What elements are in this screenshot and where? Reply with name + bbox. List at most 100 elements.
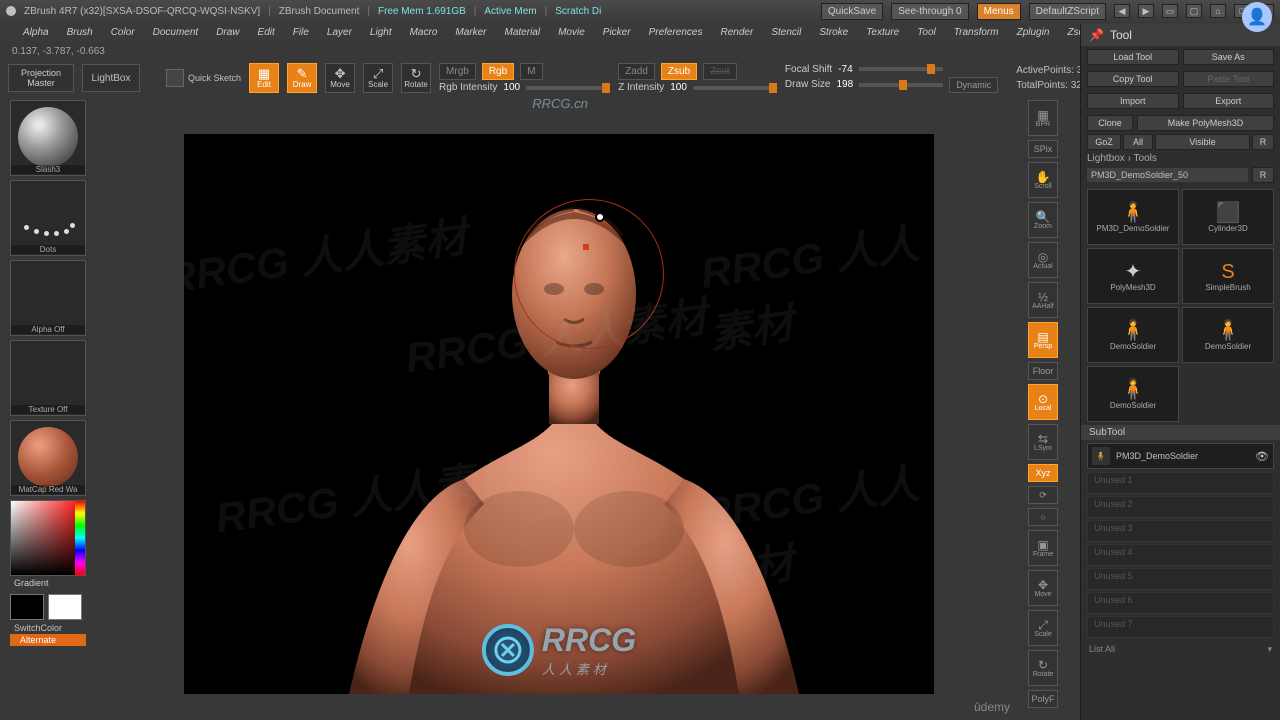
projection-master-button[interactable]: Projection Master <box>8 64 74 92</box>
menu-preferences[interactable]: Preferences <box>640 27 712 38</box>
rgb-button[interactable]: Rgb <box>482 63 514 80</box>
pf-icon[interactable]: ⟳ <box>1028 486 1058 504</box>
goz-all-button[interactable]: All <box>1123 134 1153 150</box>
aahalf-button[interactable]: ½AAHalf <box>1028 282 1058 318</box>
gradient-label[interactable]: Gradient <box>4 576 92 592</box>
alpha-selector[interactable]: Alpha Off <box>10 260 86 336</box>
menu-render[interactable]: Render <box>712 27 763 38</box>
quick-sketch-icon[interactable] <box>166 69 184 87</box>
stroke-selector[interactable]: Dots <box>10 180 86 256</box>
import-button[interactable]: Import <box>1087 93 1179 109</box>
rgb-intensity-slider[interactable] <box>526 86 610 90</box>
tool-thumb[interactable]: 🧍DemoSoldier <box>1087 366 1179 422</box>
menu-material[interactable]: Material <box>496 27 550 38</box>
mrgb-button[interactable]: Mrgb <box>439 63 476 80</box>
focal-shift-slider[interactable] <box>859 67 943 71</box>
rotate-view-button[interactable]: ↻Rotate <box>1028 650 1058 686</box>
home-icon[interactable]: ⌂ <box>1210 4 1226 18</box>
actual-button[interactable]: ◎Actual <box>1028 242 1058 278</box>
subtool-header[interactable]: SubTool <box>1081 425 1280 440</box>
lightbox-button[interactable]: LightBox <box>82 64 140 92</box>
secondary-color[interactable] <box>10 594 44 620</box>
tool-thumb[interactable]: ⬛Cylinder3D <box>1182 189 1274 245</box>
next-icon[interactable]: ▶ <box>1138 4 1154 18</box>
z-intensity-slider[interactable] <box>693 86 777 90</box>
menu-zplugin[interactable]: Zplugin <box>1008 27 1059 38</box>
move-view-button[interactable]: ✥Move <box>1028 570 1058 606</box>
minimize-icon[interactable]: ▢ <box>1186 4 1202 18</box>
scroll-button[interactable]: ✋Scroll <box>1028 162 1058 198</box>
menu-picker[interactable]: Picker <box>594 27 640 38</box>
seethrough-button[interactable]: See-through 0 <box>891 3 968 20</box>
tool-thumb[interactable]: SSimpleBrush <box>1182 248 1274 304</box>
menu-texture[interactable]: Texture <box>857 27 908 38</box>
m-button[interactable]: M <box>520 63 542 80</box>
goz-button[interactable]: GoZ <box>1087 134 1121 150</box>
menu-tool[interactable]: Tool <box>908 27 945 38</box>
lsym-button[interactable]: ⇆LSym <box>1028 424 1058 460</box>
viewport[interactable]: RRCG 人人素材 RRCG 人人素材 RRCG 人人素材 RRCG 人人素材 … <box>184 134 934 694</box>
zoom-button[interactable]: 🔍Zoom <box>1028 202 1058 238</box>
menu-edit[interactable]: Edit <box>249 27 284 38</box>
scale-mode-button[interactable]: ⤢Scale <box>363 63 393 93</box>
hue-strip[interactable] <box>75 501 85 575</box>
chevron-down-icon[interactable]: ▾ <box>1267 644 1272 655</box>
move-mode-button[interactable]: ✥Move <box>325 63 355 93</box>
frame-button[interactable]: ▣Frame <box>1028 530 1058 566</box>
menu-stencil[interactable]: Stencil <box>762 27 810 38</box>
tool-thumb[interactable]: 🧍DemoSoldier <box>1182 307 1274 363</box>
menu-alpha[interactable]: Alpha <box>14 27 58 38</box>
current-tool-name[interactable]: PM3D_DemoSoldier_50 <box>1087 168 1248 182</box>
solo-icon[interactable]: ○ <box>1028 508 1058 526</box>
color-picker[interactable] <box>10 500 86 576</box>
alternate-button[interactable]: Alternate <box>10 634 86 646</box>
quicksave-button[interactable]: QuickSave <box>821 3 883 20</box>
menu-brush[interactable]: Brush <box>58 27 102 38</box>
eye-icon[interactable]: 👁 <box>1255 450 1269 463</box>
rotate-mode-button[interactable]: ↻Rotate <box>401 63 431 93</box>
make-polymesh-button[interactable]: Make PolyMesh3D <box>1137 115 1274 131</box>
menu-macro[interactable]: Macro <box>401 27 447 38</box>
export-button[interactable]: Export <box>1183 93 1275 109</box>
load-tool-button[interactable]: Load Tool <box>1087 49 1179 65</box>
menu-layer[interactable]: Layer <box>318 27 361 38</box>
menu-transform[interactable]: Transform <box>945 27 1008 38</box>
menu-document[interactable]: Document <box>144 27 208 38</box>
switch-color-button[interactable]: SwitchColor <box>4 622 92 634</box>
menu-color[interactable]: Color <box>102 27 144 38</box>
polyf-button[interactable]: PolyF <box>1028 690 1058 708</box>
zcut-button[interactable]: Zcut <box>703 63 736 80</box>
prev-icon[interactable]: ◀ <box>1114 4 1130 18</box>
zsub-button[interactable]: Zsub <box>661 63 697 80</box>
persp-button[interactable]: ▤Persp <box>1028 322 1058 358</box>
menu-draw[interactable]: Draw <box>207 27 248 38</box>
list-all-button[interactable]: List All <box>1089 644 1115 655</box>
default-zscript-button[interactable]: DefaultZScript <box>1029 3 1106 20</box>
goz-r-button[interactable]: R <box>1252 134 1274 150</box>
draw-size-slider[interactable] <box>859 83 943 87</box>
tool-thumb[interactable]: 🧍PM3D_DemoSoldier <box>1087 189 1179 245</box>
window-icon[interactable]: ▭ <box>1162 4 1178 18</box>
spix-button[interactable]: SPix <box>1028 140 1058 158</box>
tool-thumb[interactable]: 🧍DemoSoldier <box>1087 307 1179 363</box>
scale-view-button[interactable]: ⤢Scale <box>1028 610 1058 646</box>
user-avatar[interactable]: 👤 <box>1242 2 1272 32</box>
dynamic-button[interactable]: Dynamic <box>949 77 998 93</box>
zadd-button[interactable]: Zadd <box>618 63 655 80</box>
menu-stroke[interactable]: Stroke <box>810 27 857 38</box>
lightbox-tools[interactable]: Lightbox › Tools <box>1081 153 1280 167</box>
save-as-button[interactable]: Save As <box>1183 49 1275 65</box>
texture-selector[interactable]: Texture Off <box>10 340 86 416</box>
draw-mode-button[interactable]: ✎Draw <box>287 63 317 93</box>
pin-icon[interactable]: 📌 <box>1089 28 1104 42</box>
clone-button[interactable]: Clone <box>1087 115 1133 131</box>
material-selector[interactable]: MatCap Red Wa <box>10 420 86 496</box>
brush-selector[interactable]: Slash3 <box>10 100 86 176</box>
menu-movie[interactable]: Movie <box>549 27 594 38</box>
menu-marker[interactable]: Marker <box>446 27 495 38</box>
local-button[interactable]: ⊙Local <box>1028 384 1058 420</box>
subtool-item[interactable]: 🧍 PM3D_DemoSoldier 👁 <box>1087 443 1274 469</box>
xyz-button[interactable]: Xyz <box>1028 464 1058 482</box>
tool-thumb[interactable]: ✦PolyMesh3D <box>1087 248 1179 304</box>
menu-light[interactable]: Light <box>361 27 401 38</box>
